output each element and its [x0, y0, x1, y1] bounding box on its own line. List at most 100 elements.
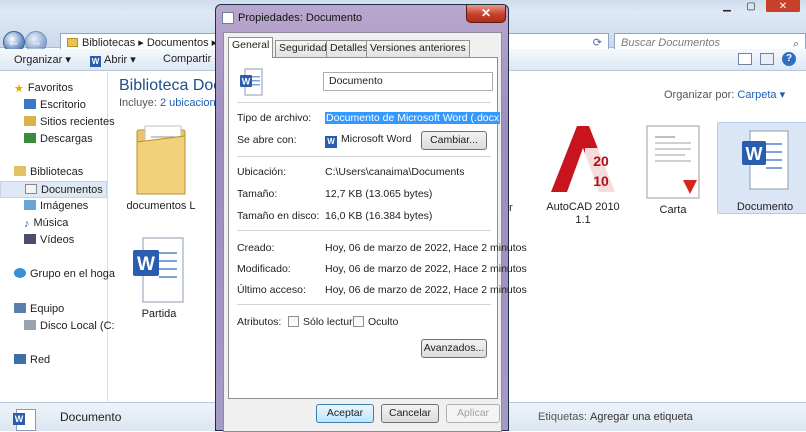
star-icon: ★: [14, 83, 24, 95]
word-small-icon: W: [90, 56, 101, 67]
location-label: Ubicación:: [237, 166, 287, 178]
sidebar-item-libraries[interactable]: Bibliotecas: [0, 164, 107, 181]
sidebar-label: Imágenes: [40, 200, 89, 212]
file-item-carta[interactable]: Carta: [625, 118, 721, 216]
properties-dialog: Propiedades: Documento ✕ General Segurid…: [215, 4, 527, 432]
drive-icon: [24, 320, 36, 330]
disk-size-label: Tamaño en disco:: [237, 210, 320, 222]
file-item-autocad[interactable]: 20 10 AutoCAD 2010 1.1: [535, 118, 631, 228]
images-icon: [24, 200, 36, 210]
address-path: Bibliotecas ▸ Documentos ▸: [82, 37, 218, 49]
hidden-label: Oculto: [368, 316, 399, 328]
sidebar-item-videos[interactable]: Vídeos: [0, 232, 107, 249]
svg-text:W: W: [242, 77, 251, 87]
file-item-partida[interactable]: W Partida: [111, 232, 207, 328]
file-item-documento[interactable]: W Documento: [717, 122, 806, 214]
apply-button[interactable]: Aplicar: [446, 404, 500, 423]
size-value: 12,7 KB (13.065 bytes): [325, 188, 433, 200]
word-small-icon: W: [325, 136, 337, 148]
recent-places-icon: [24, 116, 36, 126]
file-name-value: Documento: [329, 75, 383, 87]
word-document-icon: W: [240, 68, 263, 96]
status-file-name: Documento: [60, 410, 122, 424]
tab-security[interactable]: Seguridad: [275, 40, 331, 57]
document-title-icon: [222, 12, 234, 24]
sidebar-item-favorites[interactable]: ★ Favoritos: [0, 80, 107, 97]
sidebar-item-local-disk[interactable]: Disco Local (C:: [0, 318, 115, 335]
arrange-by: Organizar por: Carpeta ▾: [664, 88, 785, 101]
sidebar-label: Documentos: [41, 184, 103, 196]
library-subtitle: Incluye: 2 ubicaciones: [119, 97, 227, 109]
homegroup-icon: [14, 268, 26, 278]
sidebar-item-computer[interactable]: Equipo: [0, 301, 107, 318]
sidebar-label: Disco Local (C:: [40, 320, 115, 332]
sidebar-item-homegroup[interactable]: Grupo en el hoga: [0, 266, 115, 283]
arrange-label: Organizar por:: [664, 89, 735, 101]
close-icon: ✕: [480, 6, 492, 20]
refresh-icon[interactable]: ⟳: [593, 36, 602, 49]
tab-general[interactable]: General: [228, 37, 274, 58]
hidden-checkbox[interactable]: [353, 316, 364, 327]
file-label: documentos L: [126, 200, 196, 212]
word-document-icon: W: [742, 130, 789, 190]
location-value: C:\Users\canaima\Documents: [325, 166, 465, 178]
desktop-icon: [24, 99, 36, 109]
sidebar-item-documents[interactable]: Documentos: [0, 181, 107, 198]
folder-icon: [136, 125, 186, 195]
dialog-body: General Seguridad Detalles Versiones ant…: [223, 32, 527, 432]
word-document-icon: W: [133, 237, 184, 303]
sidebar-item-downloads[interactable]: Descargas: [0, 131, 107, 148]
libraries-icon: [14, 166, 26, 176]
tags-input[interactable]: Agregar una etiqueta: [590, 411, 693, 423]
file-name-input[interactable]: Documento: [323, 72, 493, 91]
modified-label: Modificado:: [237, 263, 291, 275]
preview-pane-icon[interactable]: [760, 53, 774, 65]
view-options-icon[interactable]: [738, 53, 752, 65]
sidebar-label: Vídeos: [40, 234, 75, 246]
tab-previous-versions[interactable]: Versiones anteriores: [366, 40, 470, 57]
word-status-icon: W: [13, 409, 36, 431]
sidebar-item-desktop[interactable]: Escritorio: [0, 97, 107, 114]
file-type-value[interactable]: Documento de Microsoft Word (.docx: [325, 112, 501, 124]
file-item-docs-folder[interactable]: documentos L: [113, 118, 209, 216]
open-button-label: Abrir ▾: [104, 54, 136, 66]
sidebar-label: Escritorio: [40, 99, 86, 111]
organize-button[interactable]: Organizar ▾: [14, 53, 71, 66]
downloads-icon: [24, 133, 36, 143]
change-button[interactable]: Cambiar...: [421, 131, 487, 150]
disk-size-value: 16,0 KB (16.384 bytes): [325, 210, 433, 222]
sidebar-item-images[interactable]: Imágenes: [0, 198, 107, 215]
file-label-partial: r: [509, 202, 513, 214]
dialog-close-button[interactable]: ✕: [466, 5, 506, 23]
sidebar-item-recent[interactable]: Sitios recientes: [0, 114, 115, 131]
sidebar-label: Descargas: [40, 133, 93, 145]
advanced-button[interactable]: Avanzados...: [421, 339, 487, 358]
size-label: Tamaño:: [237, 188, 278, 200]
general-tab-panel: W Documento Tipo de archivo: Documento d…: [228, 57, 527, 399]
sidebar-item-music[interactable]: ♪ Música: [0, 215, 107, 232]
sidebar-item-network[interactable]: Red: [0, 352, 107, 369]
svg-text:W: W: [137, 254, 155, 275]
arrange-dropdown[interactable]: Carpeta ▾: [737, 89, 785, 101]
opens-with-text: Microsoft Word: [341, 133, 412, 145]
opens-with-value: W Microsoft Word: [325, 133, 411, 148]
pdf-document-icon: [646, 125, 700, 199]
divider: [237, 102, 491, 103]
tags-label: Etiquetas:: [538, 411, 587, 423]
opens-with-label: Se abre con:: [237, 134, 297, 146]
autocad-thumb-top: 20: [593, 153, 609, 169]
created-label: Creado:: [237, 242, 275, 254]
attributes-label: Atributos:: [237, 316, 282, 328]
folder-small-icon: [67, 38, 78, 47]
network-icon: [14, 354, 26, 364]
tab-strip: General Seguridad Detalles Versiones ant…: [228, 37, 498, 58]
file-type-label: Tipo de archivo:: [237, 112, 312, 124]
cancel-button[interactable]: Cancelar: [381, 404, 439, 423]
autocad-thumb-bottom: 10: [593, 173, 609, 189]
help-icon[interactable]: ?: [782, 52, 796, 66]
file-label-line2: 1.1: [575, 214, 591, 226]
open-button[interactable]: W Abrir ▾: [90, 53, 136, 67]
readonly-checkbox[interactable]: [288, 316, 299, 327]
readonly-label: Sólo lectura: [303, 316, 359, 328]
ok-button[interactable]: Aceptar: [316, 404, 374, 423]
